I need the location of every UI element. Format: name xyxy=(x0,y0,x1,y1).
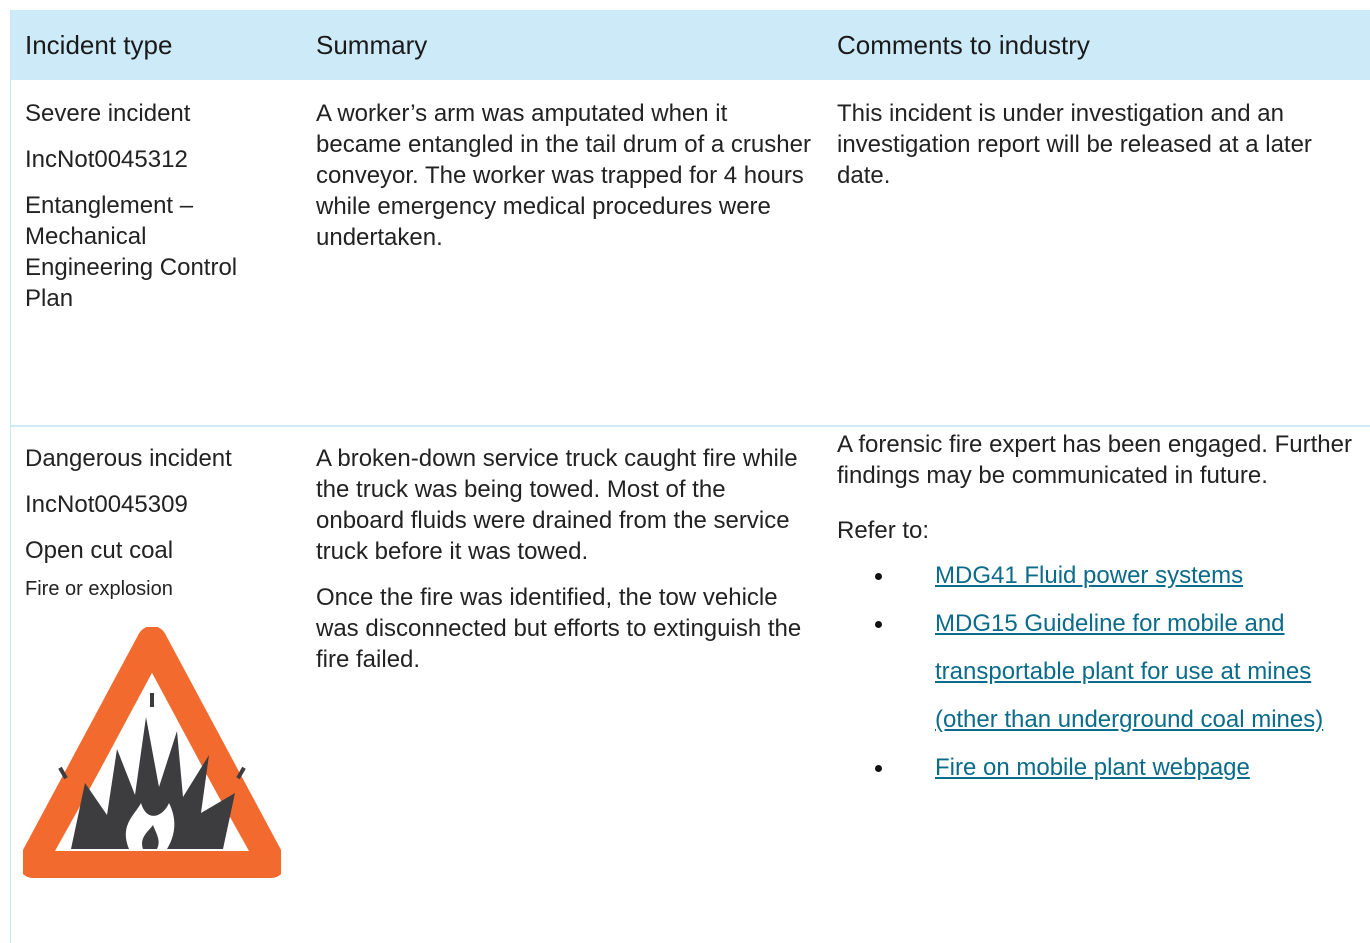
fire-explosion-warning-icon xyxy=(23,627,281,878)
header-incident-type: Incident type xyxy=(25,30,173,60)
bullet xyxy=(875,573,882,580)
row1-incident-id: IncNot0045312 xyxy=(25,146,188,173)
row1-summary-text: A worker’s arm was amputated when it bec… xyxy=(316,100,811,251)
row2-comments: A forensic fire expert has been engaged.… xyxy=(837,429,1367,792)
row1-incident-type: Severe incident IncNot0045312 Entangleme… xyxy=(25,98,280,314)
row2-hazard-type: Fire or explosion xyxy=(25,578,173,600)
row2-summary: A broken-down service truck caught fire … xyxy=(316,443,816,675)
row2-comments-text: A forensic fire expert has been engaged.… xyxy=(837,431,1352,489)
reference-links: MDG41 Fluid power systems MDG15 Guidelin… xyxy=(837,552,1367,792)
row2-summary-text-1: A broken-down service truck caught fire … xyxy=(316,445,798,565)
link-fire-mobile-plant[interactable]: Fire on mobile plant webpage xyxy=(935,754,1250,781)
row1-comments: This incident is under investigation and… xyxy=(837,98,1362,191)
row-divider xyxy=(11,425,1370,427)
header-comments: Comments to industry xyxy=(837,30,1090,60)
link-mdg41[interactable]: MDG41 Fluid power systems xyxy=(935,562,1243,589)
row2-mine-type: Open cut coal xyxy=(25,537,174,564)
row2-severity: Dangerous incident xyxy=(25,445,232,472)
row1-summary: A worker’s arm was amputated when it bec… xyxy=(316,98,816,253)
row1-category: Entanglement – Mechanical Engineering Co… xyxy=(25,192,238,312)
link-mdg15[interactable]: MDG15 Guideline for mobile and transport… xyxy=(935,610,1323,733)
row1-comments-text: This incident is under investigation and… xyxy=(837,100,1312,189)
list-item: MDG15 Guideline for mobile and transport… xyxy=(837,600,1367,744)
row2-summary-text-2: Once the fire was identified, the tow ve… xyxy=(316,584,802,673)
row1-severity: Severe incident xyxy=(25,100,191,127)
row2-incident-type: Dangerous incident IncNot0045309 Open cu… xyxy=(25,443,285,605)
list-item: Fire on mobile plant webpage xyxy=(837,744,1367,792)
refer-label: Refer to: xyxy=(837,517,930,544)
list-item: MDG41 Fluid power systems xyxy=(837,552,1367,600)
bullet xyxy=(875,765,882,772)
bullet xyxy=(875,621,882,628)
row2-incident-id: IncNot0045309 xyxy=(25,491,188,518)
table-header: Incident type Summary Comments to indust… xyxy=(11,10,1370,80)
header-summary: Summary xyxy=(316,30,428,60)
incident-table: Incident type Summary Comments to indust… xyxy=(10,10,1370,943)
